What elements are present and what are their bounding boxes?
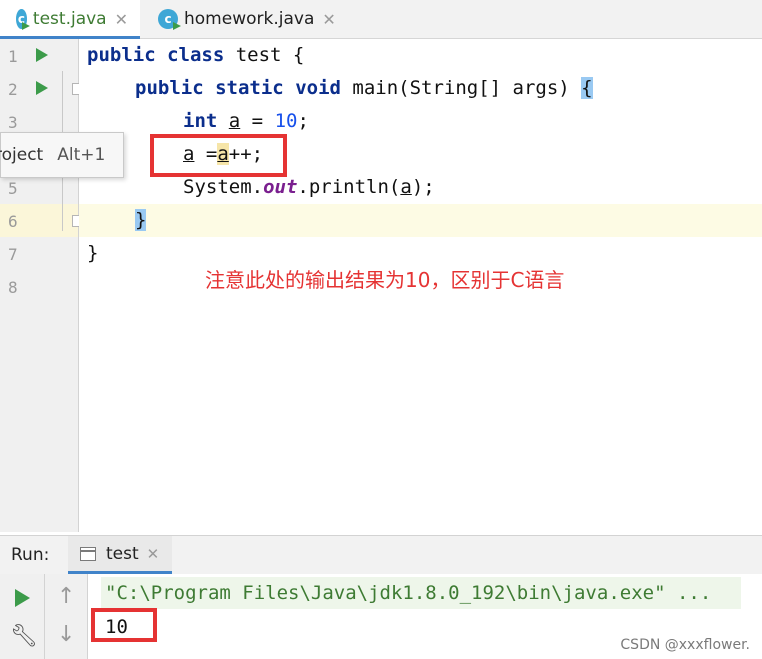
matched-brace: } xyxy=(135,209,147,231)
arrow-down-icon[interactable]: ↓ xyxy=(57,622,75,647)
annotation-note: 注意此处的输出结果为10，区别于C语言 xyxy=(205,268,565,292)
keyword: void xyxy=(295,77,341,99)
keyword: public xyxy=(87,44,156,66)
variable: a xyxy=(228,110,241,132)
editor-gutter: 1 2 3 4 5 6 7 8 xyxy=(0,39,84,532)
run-panel-header: Run: test ✕ xyxy=(0,535,762,574)
code-text: test { xyxy=(224,44,305,66)
code-line-6: } xyxy=(135,204,147,237)
close-icon[interactable]: ✕ xyxy=(322,10,335,29)
run-console[interactable]: "C:\Program Files\Java\jdk1.8.0_192\bin\… xyxy=(88,574,762,659)
run-main-icon[interactable] xyxy=(36,81,48,95)
tab-test-java[interactable]: c test.java ✕ xyxy=(0,0,140,39)
rerun-icon[interactable] xyxy=(15,589,30,607)
project-tooltip: roject Alt+1 xyxy=(0,132,124,178)
highlight-box-code xyxy=(150,134,287,177)
tooltip-shortcut: Alt+1 xyxy=(57,145,106,165)
code-text: ); xyxy=(411,176,435,198)
arrow-up-icon[interactable]: ↑ xyxy=(57,584,75,609)
wrench-icon[interactable]: 🔧︎ xyxy=(10,624,38,649)
variable: a xyxy=(400,176,412,198)
tab-homework-java[interactable]: c homework.java ✕ xyxy=(142,0,348,38)
tooltip-text: roject xyxy=(0,145,44,165)
current-line-highlight xyxy=(79,204,762,237)
line-number: 5 xyxy=(8,179,18,198)
number-literal: 10 xyxy=(274,110,298,132)
tab-label: test.java xyxy=(32,9,107,29)
code-text: main(String[] args) xyxy=(340,77,582,99)
java-class-icon: c xyxy=(16,9,27,29)
run-toolbar-left: 🔧︎ xyxy=(0,574,45,659)
editor-tab-bar: c test.java ✕ c homework.java ✕ xyxy=(0,0,762,39)
code-line-2: public static void main(String[] args) { xyxy=(135,72,593,105)
keyword: class xyxy=(167,44,225,66)
run-toolbar-right: ↑ ↓ xyxy=(45,574,88,659)
close-icon[interactable]: ✕ xyxy=(147,545,160,563)
code-text: ; xyxy=(297,110,309,132)
matched-brace: { xyxy=(581,77,593,99)
line-number: 3 xyxy=(8,113,18,132)
static-field: out xyxy=(263,176,298,198)
code-text: System. xyxy=(183,176,264,198)
run-tab-test[interactable]: test ✕ xyxy=(68,536,172,574)
java-class-icon: c xyxy=(158,9,178,29)
keyword: int xyxy=(183,110,218,132)
run-class-icon[interactable] xyxy=(36,48,48,62)
console-command-line: "C:\Program Files\Java\jdk1.8.0_192\bin\… xyxy=(101,577,741,609)
line-number: 2 xyxy=(8,80,18,99)
close-icon[interactable]: ✕ xyxy=(115,10,128,29)
keyword: public xyxy=(135,77,204,99)
watermark: CSDN @xxxflower. xyxy=(620,637,750,653)
highlight-box-output xyxy=(91,608,157,642)
code-line-1: public class test { xyxy=(87,39,304,72)
code-line-7: } xyxy=(87,237,98,270)
code-text: = xyxy=(240,110,275,132)
code-text: } xyxy=(87,242,99,264)
line-number: 7 xyxy=(8,245,18,264)
console-icon xyxy=(80,546,96,561)
keyword: static xyxy=(215,77,284,99)
code-text: .println( xyxy=(297,176,401,198)
run-label: Run: xyxy=(11,545,50,565)
line-number: 1 xyxy=(8,47,18,66)
line-number: 8 xyxy=(8,278,18,297)
line-number: 6 xyxy=(8,212,18,231)
run-tab-label: test xyxy=(106,543,139,564)
tab-label: homework.java xyxy=(184,9,315,29)
